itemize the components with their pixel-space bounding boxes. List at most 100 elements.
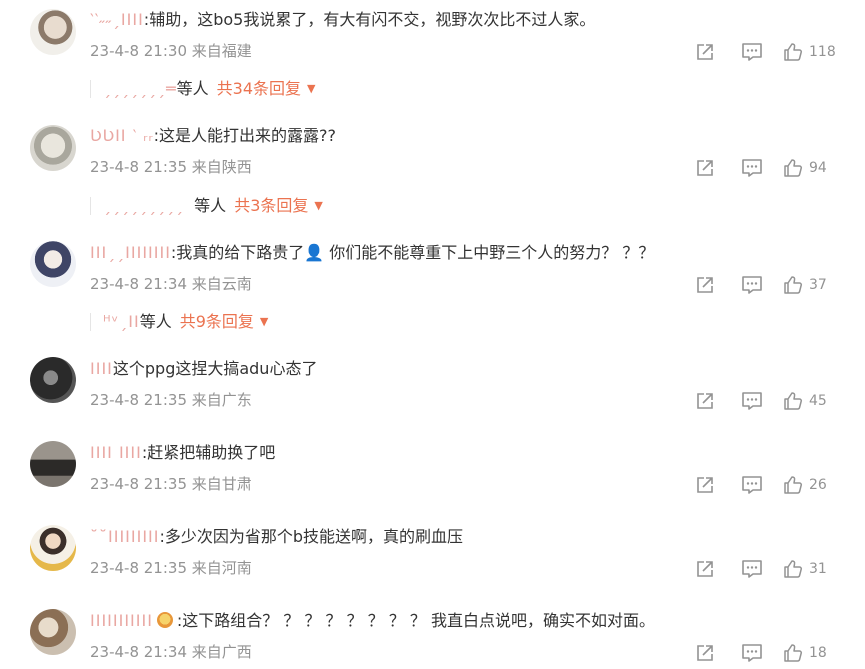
comment-meta: 23-4-8 21:35 来自甘肃 — [90, 474, 252, 494]
comment-username[interactable]: ‵‵˶˶ˏΙΙΙΙ — [90, 10, 144, 29]
reply-count-link[interactable]: 共3条回复 — [234, 196, 308, 215]
comment-button[interactable] — [741, 41, 763, 63]
like-count: 45 — [809, 393, 827, 409]
comment-text: :这是人能打出来的露露?? — [153, 126, 336, 145]
reply-usernames[interactable]: ˏˏˏˏˏˏˏˏˏ — [103, 196, 184, 215]
comment-meta: 23-4-8 21:34 来自广西 — [90, 642, 252, 662]
comment-meta: 23-4-8 21:35 来自广东 — [90, 390, 252, 410]
like-count: 118 — [809, 44, 836, 60]
like-button[interactable]: 26 — [783, 474, 827, 496]
comment-button[interactable] — [741, 474, 763, 496]
reply-usernames[interactable]: ᴴᵛˏΙΙ — [103, 312, 140, 331]
comment-location: 来自甘肃 — [191, 475, 252, 493]
avatar-image — [30, 125, 76, 171]
reply-count-link[interactable]: 共9条回复 — [180, 312, 254, 331]
comment-text-line: ΙΙΙˏˏΙΙΙΙΙΙΙΙ:我真的给下路贵了👤 你们能不能尊重下上中野三个人的努… — [90, 242, 654, 264]
comment-username[interactable]: ƲƲΙΙ ‵ ᵣᵣ — [90, 126, 154, 145]
like-count: 18 — [809, 645, 827, 661]
avatar[interactable] — [30, 441, 76, 487]
comment-text: :多少次因为省那个b技能送啊，真的刷血压 — [159, 527, 464, 546]
comment-username[interactable]: ΙΙΙΙ ΙΙΙΙ — [90, 443, 142, 462]
comment-button[interactable] — [741, 558, 763, 580]
comment-time: 23-4-8 21:35 — [90, 475, 187, 493]
thumbs-up-icon — [784, 276, 803, 294]
reply-summary[interactable]: ᴴᵛˏΙΙ等人 共9条回复 ▼ — [103, 311, 268, 333]
share-button[interactable] — [695, 558, 715, 580]
comment-username[interactable]: ΙΙΙΙ — [90, 359, 113, 378]
comment-location: 来自福建 — [191, 42, 252, 60]
comment-text-line: ΙΙΙΙΙΙΙΙΙΙΙ:这下路组合？ ？ ？ ？ ？ ？ ？ ？ 我直白点说吧，… — [90, 610, 655, 632]
comment-username[interactable]: ˘˘ΙΙΙΙΙΙΙΙΙ — [90, 527, 159, 546]
comment-icon — [742, 276, 762, 294]
share-icon — [697, 477, 713, 493]
share-button[interactable] — [695, 157, 715, 179]
comment-meta: 23-4-8 21:30 来自福建 — [90, 41, 252, 61]
share-icon — [697, 561, 713, 577]
avatar[interactable] — [30, 357, 76, 403]
reply-divider — [90, 197, 91, 215]
like-button[interactable]: 45 — [783, 390, 827, 412]
reply-label: 等人 — [176, 79, 209, 98]
share-button[interactable] — [695, 390, 715, 412]
comment-username[interactable]: ΙΙΙˏˏΙΙΙΙΙΙΙΙ — [90, 243, 171, 262]
reply-divider — [90, 313, 91, 331]
share-button[interactable] — [695, 274, 715, 296]
reply-divider — [90, 80, 91, 98]
reply-summary[interactable]: ˏˏˏˏˏˏˏ═等人 共34条回复 ▼ — [103, 78, 316, 100]
avatar[interactable] — [30, 9, 76, 55]
reply-count-link[interactable]: 共34条回复 — [217, 79, 301, 98]
thumbs-up-icon — [784, 644, 803, 662]
avatar-image — [30, 441, 76, 487]
chevron-down-icon[interactable]: ▼ — [314, 199, 322, 212]
avatar[interactable] — [30, 525, 76, 571]
like-button[interactable]: 118 — [783, 41, 836, 63]
like-button[interactable]: 37 — [783, 274, 827, 296]
like-button[interactable]: 18 — [783, 642, 827, 664]
comment-username[interactable]: ΙΙΙΙΙΙΙΙΙΙΙ — [90, 611, 153, 630]
comment-time: 23-4-8 21:35 — [90, 158, 187, 176]
badge-icon — [156, 612, 173, 628]
like-count: 94 — [809, 160, 827, 176]
comment-actions: 118 — [695, 41, 865, 63]
comment-meta: 23-4-8 21:34 来自云南 — [90, 274, 252, 294]
comment-text-line: ƲƲΙΙ ‵ ᵣᵣ:这是人能打出来的露露?? — [90, 125, 336, 147]
comment-time: 23-4-8 21:35 — [90, 559, 187, 577]
like-count: 37 — [809, 277, 827, 293]
comment-button[interactable] — [741, 274, 763, 296]
share-button[interactable] — [695, 474, 715, 496]
share-icon — [697, 160, 713, 176]
avatar[interactable] — [30, 241, 76, 287]
like-button[interactable]: 31 — [783, 558, 827, 580]
comment-location: 来自河南 — [191, 559, 252, 577]
comment-actions: 94 — [695, 157, 865, 179]
avatar[interactable] — [30, 609, 76, 655]
comment-location: 来自陕西 — [191, 158, 252, 176]
comment-text-line: ˘˘ΙΙΙΙΙΙΙΙΙ:多少次因为省那个b技能送啊，真的刷血压 — [90, 526, 463, 548]
share-button[interactable] — [695, 41, 715, 63]
reply-summary[interactable]: ˏˏˏˏˏˏˏˏˏ 等人 共3条回复 ▼ — [103, 195, 323, 217]
comment-button[interactable] — [741, 390, 763, 412]
comment-button[interactable] — [741, 642, 763, 664]
comment-icon — [742, 476, 762, 494]
comment-time: 23-4-8 21:34 — [90, 643, 187, 661]
comment-text-line: ‵‵˶˶ˏΙΙΙΙ:辅助，这bo5我说累了，有大有闪不交，视野次次比不过人家。 — [90, 9, 595, 31]
comment-location: 来自云南 — [191, 275, 252, 293]
comment-time: 23-4-8 21:30 — [90, 42, 187, 60]
share-button[interactable] — [695, 642, 715, 664]
like-count: 26 — [809, 477, 827, 493]
share-icon — [697, 44, 713, 60]
avatar[interactable] — [30, 125, 76, 171]
like-button[interactable]: 94 — [783, 157, 827, 179]
thumbs-up-icon — [784, 560, 803, 578]
comment-button[interactable] — [741, 157, 763, 179]
comment-time: 23-4-8 21:35 — [90, 391, 187, 409]
comment-actions: 37 — [695, 274, 865, 296]
chevron-down-icon[interactable]: ▼ — [307, 82, 315, 95]
share-icon — [697, 393, 713, 409]
chevron-down-icon[interactable]: ▼ — [260, 315, 268, 328]
reply-usernames[interactable]: ˏˏˏˏˏˏˏ═ — [103, 79, 177, 98]
thumbs-up-icon — [784, 476, 803, 494]
thumbs-up-icon — [784, 159, 803, 177]
comment-actions: 45 — [695, 390, 865, 412]
comment-text-line: ΙΙΙΙ ΙΙΙΙ:赶紧把辅助换了吧 — [90, 442, 275, 464]
